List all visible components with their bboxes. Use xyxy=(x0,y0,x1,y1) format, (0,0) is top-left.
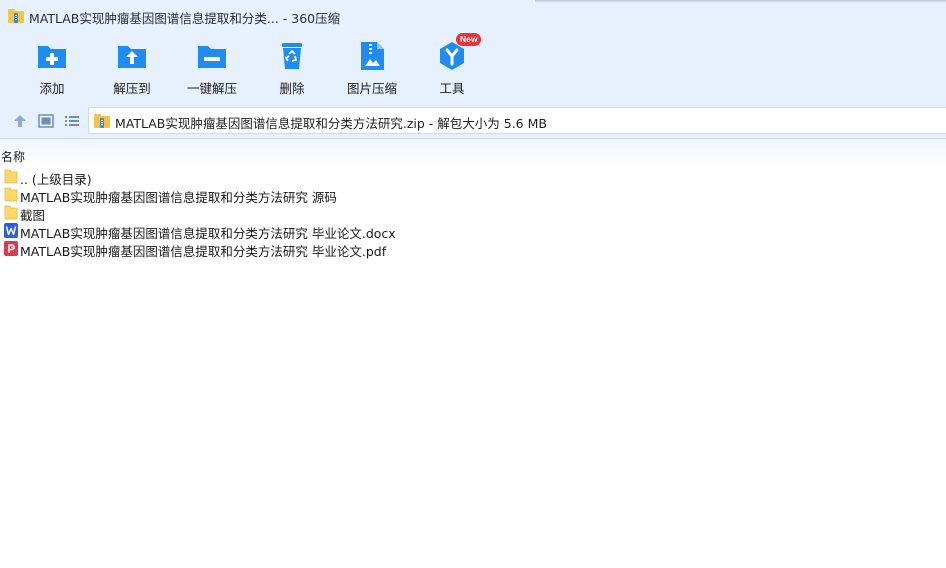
image-compress-button[interactable]: 图片压缩 xyxy=(332,40,412,100)
list-item[interactable]: 截图 xyxy=(0,204,946,223)
up-arrow-icon[interactable] xyxy=(11,113,29,129)
one-click-extract-button[interactable]: 一键解压 xyxy=(172,40,252,100)
pdf-document-icon xyxy=(4,241,18,256)
extract-to-icon xyxy=(118,46,146,68)
image-compress-icon xyxy=(361,42,384,70)
add-button[interactable]: 添加 xyxy=(12,40,92,100)
one-click-extract-label: 一键解压 xyxy=(186,81,237,96)
column-name-header[interactable]: 名称 xyxy=(1,148,25,165)
address-bar[interactable]: MATLAB实现肿瘤基因图谱信息提取和分类方法研究.zip - 解包大小为 5.… xyxy=(88,107,946,134)
list-item[interactable]: MATLAB实现肿瘤基因图谱信息提取和分类方法研究 源码 xyxy=(0,186,946,205)
delete-button[interactable]: 删除 xyxy=(252,40,332,100)
list-item[interactable]: MATLAB实现肿瘤基因图谱信息提取和分类方法研究 毕业论文.pdf xyxy=(0,240,946,259)
archive-icon xyxy=(94,114,110,128)
word-document-icon xyxy=(4,223,18,238)
folder-icon xyxy=(4,169,18,184)
add-label: 添加 xyxy=(39,81,65,96)
extract-to-button[interactable]: 解压到 xyxy=(92,40,172,100)
delete-label: 删除 xyxy=(279,81,305,96)
list-item-name: MATLAB实现肿瘤基因图谱信息提取和分类方法研究 毕业论文.pdf xyxy=(20,244,387,259)
list-view-icon[interactable] xyxy=(63,113,81,129)
list-item[interactable]: MATLAB实现肿瘤基因图谱信息提取和分类方法研究 毕业论文.docx xyxy=(0,222,946,241)
title-shadow xyxy=(535,0,946,3)
folder-icon xyxy=(4,187,18,202)
toolbar: 添加 解压到 一键解压 删除 图片压缩 New 工具 xyxy=(0,32,946,104)
one-click-extract-icon xyxy=(198,46,226,68)
title-bar: MATLAB实现肿瘤基因图谱信息提取和分类... - 360压缩 xyxy=(0,0,946,32)
tools-label: 工具 xyxy=(439,81,465,96)
folder-icon xyxy=(4,205,18,220)
column-header: 名称 xyxy=(0,139,946,166)
image-compress-label: 图片压缩 xyxy=(346,81,397,96)
app-archive-icon xyxy=(8,9,24,23)
add-icon xyxy=(38,46,66,68)
window-title: MATLAB实现肿瘤基因图谱信息提取和分类... - 360压缩 xyxy=(29,11,341,26)
delete-icon xyxy=(282,43,302,69)
address-text: MATLAB实现肿瘤基因图谱信息提取和分类方法研究.zip - 解包大小为 5.… xyxy=(115,116,547,131)
file-list: .. (上级目录) MATLAB实现肿瘤基因图谱信息提取和分类方法研究 源码 截… xyxy=(0,168,946,259)
list-item[interactable]: .. (上级目录) xyxy=(0,168,946,187)
extract-to-label: 解压到 xyxy=(113,81,151,96)
tools-button[interactable]: New 工具 xyxy=(412,33,492,100)
new-badge: New xyxy=(456,33,482,46)
navigation-bar: MATLAB实现肿瘤基因图谱信息提取和分类方法研究.zip - 解包大小为 5.… xyxy=(0,104,946,139)
thumbnail-view-icon[interactable] xyxy=(37,113,55,129)
